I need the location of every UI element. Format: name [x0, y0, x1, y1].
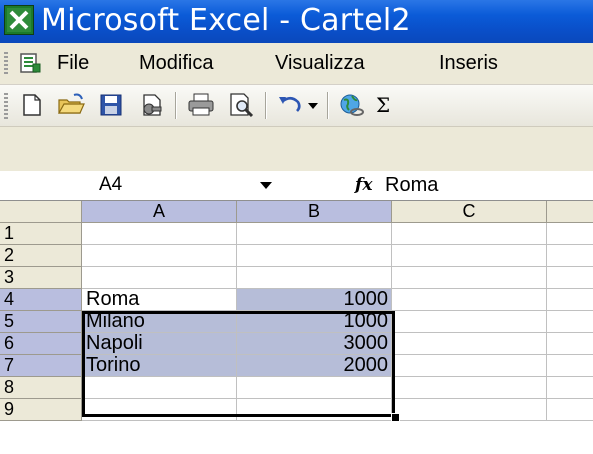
cell-d1[interactable] [547, 223, 593, 245]
cell-c2[interactable] [392, 245, 547, 267]
open-icon[interactable] [56, 91, 86, 119]
row-header-9[interactable]: 9 [0, 399, 82, 421]
cell-d6[interactable] [547, 333, 593, 355]
row-header-5[interactable]: 5 [0, 311, 82, 333]
cell-c8[interactable] [392, 377, 547, 399]
cell-a6[interactable]: Napoli [82, 333, 237, 355]
name-box[interactable]: A4 [0, 171, 232, 199]
cell-b6[interactable]: 3000 [237, 333, 392, 355]
column-header-a[interactable]: A [82, 201, 237, 223]
column-header-b[interactable]: B [237, 201, 392, 223]
cell-b2[interactable] [237, 245, 392, 267]
new-icon[interactable] [16, 91, 46, 119]
cell-d9[interactable] [547, 399, 593, 421]
cell-c1[interactable] [392, 223, 547, 245]
document-icon[interactable] [18, 52, 42, 74]
toolbar-separator [265, 92, 266, 119]
worksheet-grid: A B C 1 2 3 4 Roma 1000 5 Milano 1000 6 Napoli 3000… [0, 201, 593, 454]
menu-inserisci[interactable]: Inseris [439, 43, 498, 84]
toolbar-separator [175, 92, 176, 119]
cell-a5[interactable]: Milano [82, 311, 237, 333]
cell-b8[interactable] [237, 377, 392, 399]
name-box-dropdown-icon[interactable] [260, 182, 272, 189]
title-bar[interactable]: Microsoft Excel - Cartel2 [0, 0, 593, 43]
fill-handle[interactable] [391, 413, 400, 422]
window-title: Microsoft Excel - Cartel2 [41, 3, 411, 38]
cell-b5[interactable]: 1000 [237, 311, 392, 333]
menu-bar: File Modifica Visualizza Inseris [0, 43, 593, 85]
row-header-8[interactable]: 8 [0, 377, 82, 399]
cell-b4[interactable]: 1000 [237, 289, 392, 311]
cell-c9[interactable] [392, 399, 547, 421]
cell-b3[interactable] [237, 267, 392, 289]
formula-input[interactable]: Roma [385, 171, 438, 199]
cell-a3[interactable] [82, 267, 237, 289]
toolbar-area [0, 127, 593, 171]
column-header-d[interactable] [547, 201, 593, 223]
insert-hyperlink-icon[interactable] [337, 91, 367, 119]
cell-a2[interactable] [82, 245, 237, 267]
toolbar-grip[interactable] [4, 93, 8, 119]
cell-a4[interactable]: Roma [82, 289, 237, 311]
standard-toolbar: Σ [0, 85, 593, 127]
excel-icon[interactable] [4, 5, 34, 35]
cell-b9[interactable] [237, 399, 392, 421]
undo-icon[interactable] [275, 91, 305, 119]
row-header-7[interactable]: 7 [0, 355, 82, 377]
cell-d2[interactable] [547, 245, 593, 267]
cell-d7[interactable] [547, 355, 593, 377]
column-header-c[interactable]: C [392, 201, 547, 223]
menubar-grip[interactable] [4, 52, 8, 76]
print-icon[interactable] [186, 91, 216, 119]
undo-dropdown-icon[interactable] [306, 91, 320, 119]
row-header-1[interactable]: 1 [0, 223, 82, 245]
cell-c7[interactable] [392, 355, 547, 377]
select-all-corner[interactable] [0, 201, 82, 223]
cell-d4[interactable] [547, 289, 593, 311]
name-box-value: A4 [99, 174, 123, 195]
cell-a1[interactable] [82, 223, 237, 245]
formula-bar: A4 fx Roma [0, 171, 593, 201]
cell-c3[interactable] [392, 267, 547, 289]
row-header-6[interactable]: 6 [0, 333, 82, 355]
cell-d5[interactable] [547, 311, 593, 333]
save-icon[interactable] [96, 91, 126, 119]
cell-c5[interactable] [392, 311, 547, 333]
print-preview-icon[interactable] [226, 91, 256, 119]
cell-a7[interactable]: Torino [82, 355, 237, 377]
cell-b7[interactable]: 2000 [237, 355, 392, 377]
toolbar-separator [327, 92, 328, 119]
permission-icon[interactable] [136, 91, 166, 119]
svg-text:Σ: Σ [376, 93, 390, 117]
row-header-3[interactable]: 3 [0, 267, 82, 289]
row-header-2[interactable]: 2 [0, 245, 82, 267]
row-header-4[interactable]: 4 [0, 289, 82, 311]
fx-icon[interactable]: fx [355, 171, 372, 199]
cell-d3[interactable] [547, 267, 593, 289]
menu-modifica[interactable]: Modifica [139, 43, 213, 84]
cell-c6[interactable] [392, 333, 547, 355]
cell-a9[interactable] [82, 399, 237, 421]
menu-visualizza[interactable]: Visualizza [275, 43, 365, 84]
cell-a8[interactable] [82, 377, 237, 399]
cell-c4[interactable] [392, 289, 547, 311]
menu-file[interactable]: File [57, 43, 89, 84]
cell-d8[interactable] [547, 377, 593, 399]
autosum-icon[interactable]: Σ [372, 91, 402, 119]
cell-b1[interactable] [237, 223, 392, 245]
